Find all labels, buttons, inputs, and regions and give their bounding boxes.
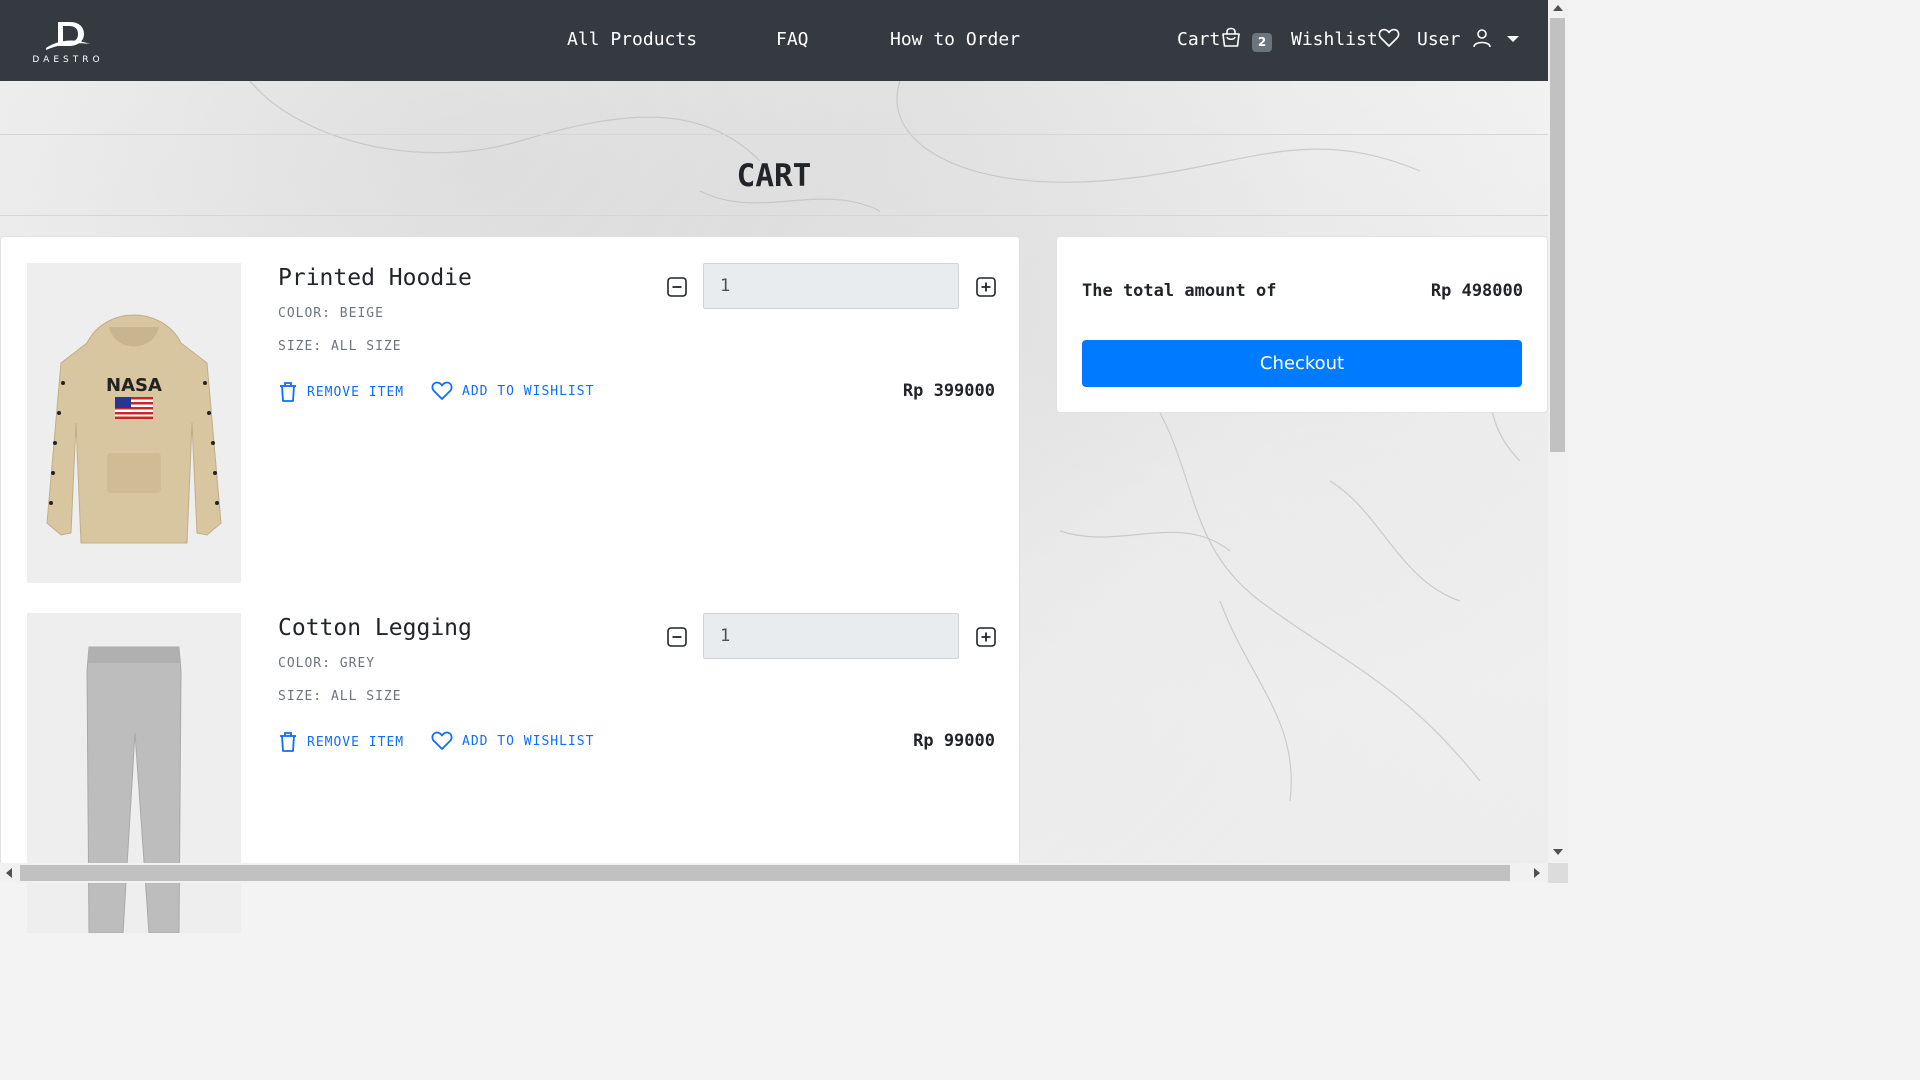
scroll-down-arrow-icon[interactable] bbox=[1553, 849, 1563, 855]
product-image-legging[interactable] bbox=[27, 613, 241, 933]
divider-bottom bbox=[0, 215, 1548, 216]
legging-image bbox=[27, 613, 241, 933]
remove-item-label: REMOVE ITEM bbox=[307, 384, 405, 400]
nav-all-products[interactable]: All Products bbox=[567, 29, 697, 50]
shopping-bag-icon bbox=[1222, 27, 1241, 47]
nav-user-dropdown[interactable]: User bbox=[1417, 28, 1493, 50]
scroll-up-arrow-icon[interactable] bbox=[1553, 5, 1563, 11]
decrease-quantity-button[interactable] bbox=[667, 627, 687, 647]
cart-items-card: NASA Printed Hoodie COLOR: BEIGE SIZE: A… bbox=[0, 236, 1020, 933]
product-color: COLOR: GREY bbox=[278, 656, 376, 671]
nav-faq[interactable]: FAQ bbox=[776, 29, 809, 50]
horizontal-scrollbar-thumb[interactable] bbox=[20, 865, 1510, 881]
add-to-wishlist-label: ADD TO WISHLIST bbox=[462, 733, 595, 749]
scroll-right-arrow-icon[interactable] bbox=[1534, 868, 1540, 878]
brand-logo[interactable]: DAESTRO bbox=[26, 18, 110, 66]
cart-count-badge: 2 bbox=[1252, 33, 1272, 52]
product-name: Printed Hoodie bbox=[278, 265, 472, 291]
remove-item-label: REMOVE ITEM bbox=[307, 734, 405, 750]
item-price: Rp 99000 bbox=[913, 731, 995, 751]
increase-quantity-button[interactable] bbox=[976, 277, 996, 297]
add-to-wishlist-label: ADD TO WISHLIST bbox=[462, 383, 595, 399]
hoodie-image: NASA bbox=[27, 263, 241, 583]
trash-icon bbox=[280, 732, 296, 752]
heart-icon bbox=[431, 731, 453, 750]
remove-item-button[interactable]: REMOVE ITEM bbox=[278, 731, 404, 753]
item-price: Rp 399000 bbox=[902, 381, 995, 401]
product-name: Cotton Legging bbox=[278, 615, 472, 641]
cart-item: NASA Printed Hoodie COLOR: BEIGE SIZE: A… bbox=[1, 237, 1019, 583]
add-to-wishlist-button[interactable]: ADD TO WISHLIST bbox=[431, 381, 594, 401]
scrollbar-corner bbox=[1548, 863, 1568, 883]
user-label: User bbox=[1417, 29, 1461, 50]
product-color: COLOR: BEIGE bbox=[278, 306, 384, 321]
logo-mark-icon bbox=[46, 22, 90, 50]
scroll-left-arrow-icon[interactable] bbox=[6, 868, 12, 878]
checkout-button[interactable]: Checkout bbox=[1082, 340, 1522, 387]
cart-label: Cart bbox=[1177, 29, 1221, 50]
navbar: DAESTRO All Products FAQ How to Order Ca… bbox=[0, 0, 1548, 81]
total-amount: Rp 498000 bbox=[1430, 281, 1523, 301]
heart-icon bbox=[431, 381, 453, 400]
decrease-quantity-button[interactable] bbox=[667, 277, 687, 297]
chevron-down-icon[interactable] bbox=[1507, 36, 1519, 42]
svg-text:NASA: NASA bbox=[106, 375, 162, 396]
increase-quantity-button[interactable] bbox=[976, 627, 996, 647]
user-icon bbox=[1473, 28, 1492, 47]
order-summary-card: The total amount of Rp 498000 Checkout bbox=[1056, 236, 1548, 413]
divider-top bbox=[0, 134, 1548, 135]
nav-wishlist[interactable]: Wishlist bbox=[1291, 28, 1400, 50]
product-size: SIZE: ALL SIZE bbox=[278, 689, 402, 704]
wishlist-label: Wishlist bbox=[1291, 29, 1378, 50]
quantity-input[interactable] bbox=[703, 613, 959, 659]
vertical-scrollbar-thumb[interactable] bbox=[1550, 18, 1565, 452]
add-to-wishlist-button[interactable]: ADD TO WISHLIST bbox=[431, 731, 594, 751]
product-image-hoodie[interactable]: NASA bbox=[27, 263, 241, 583]
product-size: SIZE: ALL SIZE bbox=[278, 339, 402, 354]
page-title: CART bbox=[736, 158, 812, 194]
remove-item-button[interactable]: REMOVE ITEM bbox=[278, 381, 404, 403]
trash-icon bbox=[280, 382, 296, 402]
nav-cart[interactable]: Cart bbox=[1177, 27, 1242, 50]
quantity-input[interactable] bbox=[703, 263, 959, 309]
heart-icon bbox=[1378, 28, 1400, 47]
nav-how-to-order[interactable]: How to Order bbox=[890, 29, 1020, 50]
logo-text: DAESTRO bbox=[32, 55, 104, 65]
total-label: The total amount of bbox=[1082, 281, 1277, 301]
